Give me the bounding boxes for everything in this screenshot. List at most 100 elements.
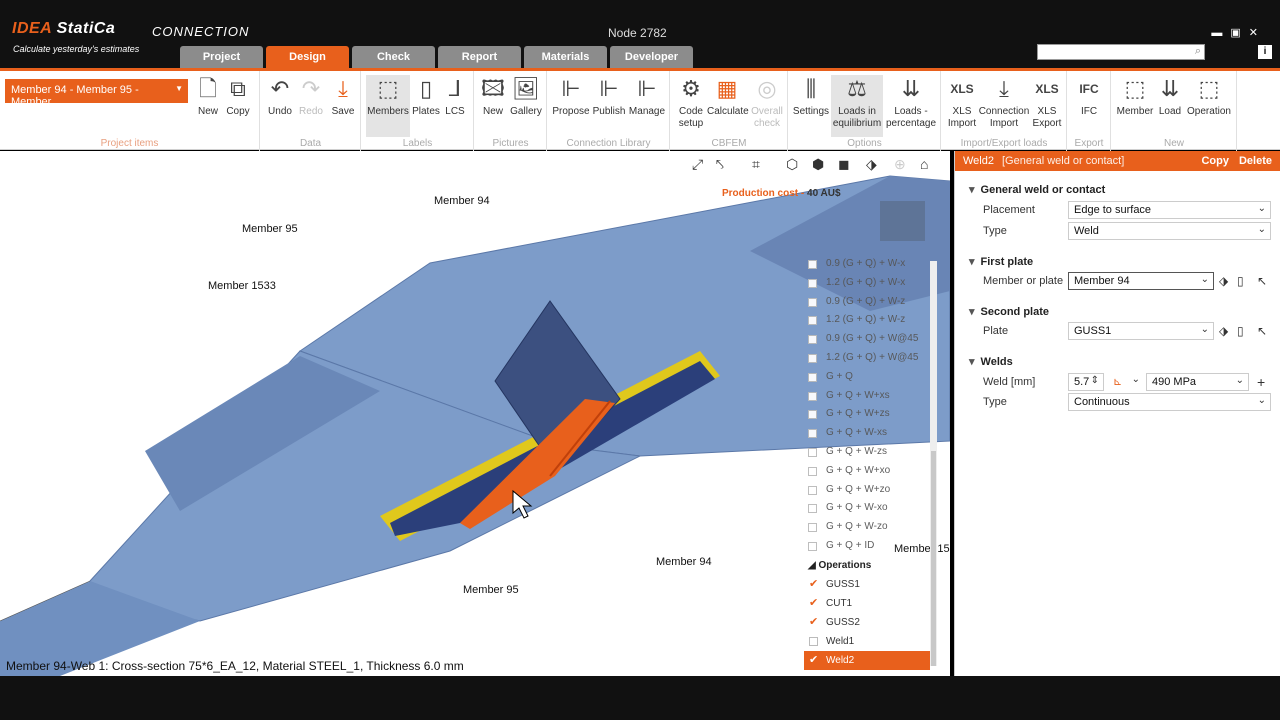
zoom-tool-icon[interactable]: ⤣ [716, 156, 724, 173]
section-first-plate[interactable]: First plate [969, 255, 1034, 268]
settings-button[interactable]: ⫼ Settings [792, 75, 830, 118]
load-case-item[interactable]: G + Q + W+xo [804, 462, 930, 481]
overall-check-button[interactable]: ◎ Overall check [748, 75, 786, 130]
checkbox[interactable] [808, 316, 817, 326]
checkbox[interactable] [808, 485, 817, 495]
load-case-item[interactable]: 1.2 (G + Q) + W-z [804, 311, 930, 330]
checkbox[interactable] [808, 372, 817, 382]
cursor-select-icon[interactable]: ↖ [1257, 324, 1267, 338]
new-picture-button[interactable]: 🖾 New [478, 75, 508, 118]
gallery-button[interactable]: 🖼 Gallery [509, 75, 543, 118]
cursor-select-icon[interactable]: ↖ [1257, 274, 1267, 288]
placement-select[interactable]: Edge to surface ⌄ [1068, 201, 1271, 219]
navigation-cube[interactable] [880, 201, 925, 241]
checkbox[interactable] [808, 391, 817, 401]
publish-button[interactable]: ⊩ Publish [591, 75, 627, 118]
calculate-button[interactable]: ▦ Calculate [707, 75, 749, 118]
load-case-item[interactable]: 1.2 (G + Q) + W@45 [804, 349, 930, 368]
3d-viewport[interactable]: ⤢ ⤣ ⌗ ⬡ ⬢ ◼ ⬗ ⊕ ⌂ Production cost - 40 A… [0, 151, 950, 676]
redo-button[interactable]: ↷ Redo [295, 75, 327, 118]
checkbox[interactable] [808, 466, 817, 476]
copy-button[interactable]: Copy [1201, 155, 1229, 167]
new-item-button[interactable]: 🗋 New [193, 75, 223, 118]
view-wire-icon[interactable]: ⬗ [866, 156, 877, 173]
save-button[interactable]: ⤓ Save [327, 75, 359, 118]
view-section-icon[interactable]: ⊕ [894, 156, 906, 173]
tab-materials[interactable]: Materials [524, 46, 607, 68]
load-case-item[interactable]: G + Q + W+xs [804, 387, 930, 406]
xls-import-button[interactable]: XLS XLS Import [944, 75, 980, 130]
undo-button[interactable]: ↶ Undo [264, 75, 296, 118]
lcs-button[interactable]: ⅃ LCS [442, 75, 468, 118]
load-case-item[interactable]: G + Q [804, 368, 930, 387]
tab-developer[interactable]: Developer [610, 46, 693, 68]
pick-3d-icon[interactable]: ⬗ [1219, 324, 1228, 338]
plates-button[interactable]: ▯ Plates [412, 75, 440, 118]
xls-export-button[interactable]: XLS XLS Export [1029, 75, 1065, 130]
load-case-item[interactable]: G + Q + W-xs [804, 424, 930, 443]
member-dropdown[interactable]: Member 94 - Member 95 - Member ▼ [5, 79, 188, 108]
stepper-icon[interactable]: ⇕ [1091, 375, 1099, 386]
weld-continuity-select[interactable]: Continuous ⌄ [1068, 393, 1271, 411]
checkbox[interactable] [808, 504, 817, 514]
pick-3d-icon[interactable]: ⬗ [1219, 274, 1228, 288]
section-general[interactable]: General weld or contact [969, 183, 1106, 196]
load-case-item[interactable]: G + Q + W-zo [804, 518, 930, 537]
checkbox[interactable] [808, 278, 817, 288]
window-controls[interactable]: ▬▣✕ [1211, 26, 1266, 39]
checkbox[interactable] [808, 541, 817, 551]
checkbox[interactable] [808, 429, 817, 439]
checkbox[interactable] [808, 523, 817, 533]
operation-item-guss2[interactable]: ✔ GUSS2 [804, 613, 930, 632]
close-icon[interactable]: ✕ [1249, 27, 1266, 39]
load-case-item[interactable]: 0.9 (G + Q) + W-z [804, 293, 930, 312]
loads-in-equilibrium-button[interactable]: ⚖ Loads in equilibrium [831, 75, 883, 137]
weld-size-input[interactable]: 5.7 ⇕ [1068, 373, 1104, 391]
checkmark-icon[interactable]: ✔ [809, 613, 818, 632]
propose-button[interactable]: ⊩ Propose [551, 75, 591, 118]
crop-icon[interactable]: ⌗ [752, 156, 760, 173]
new-load-button[interactable]: ⇊ Load [1156, 75, 1184, 118]
info-icon[interactable]: i [1258, 45, 1272, 59]
scrollbar-thumb[interactable] [931, 451, 936, 666]
operation-item-weld1[interactable]: Weld1 [804, 632, 930, 651]
second-plate-select[interactable]: GUSS1 ⌄ [1068, 322, 1214, 340]
load-case-item[interactable]: 1.2 (G + Q) + W-x [804, 274, 930, 293]
view-shaded-icon[interactable]: ◼ [838, 156, 850, 173]
tab-report[interactable]: Report [438, 46, 521, 68]
zoom-fit-icon[interactable]: ⤢ [692, 156, 703, 173]
type-select[interactable]: Weld ⌄ [1068, 222, 1271, 240]
scrollbar[interactable] [930, 261, 937, 666]
code-setup-button[interactable]: ⚙ Code setup [674, 75, 708, 130]
ifc-export-button[interactable]: IFC IFC [1072, 75, 1106, 118]
checkmark-icon[interactable]: ✔ [809, 594, 818, 613]
load-case-item[interactable]: 0.9 (G + Q) + W@45 [804, 330, 930, 349]
add-icon[interactable]: + [1257, 374, 1265, 390]
checkbox[interactable] [809, 636, 818, 646]
section-second-plate[interactable]: Second plate [969, 305, 1049, 318]
new-operation-button[interactable]: ⬚ Operation [1184, 75, 1234, 118]
checkbox[interactable] [808, 410, 817, 420]
load-case-item[interactable]: G + Q + ID [804, 537, 930, 556]
operation-item-guss1[interactable]: ✔ GUSS1 [804, 575, 930, 594]
load-case-item[interactable]: G + Q + W+zo [804, 481, 930, 500]
home-view-icon[interactable]: ⌂ [920, 156, 928, 172]
manage-button[interactable]: ⊩ Manage [627, 75, 667, 118]
tab-project[interactable]: Project [180, 46, 263, 68]
weld-type-symbol-select[interactable]: ⊾ ⌄ [1108, 373, 1144, 391]
checkbox[interactable] [808, 260, 817, 269]
plate-view-icon[interactable]: ▯ [1237, 324, 1244, 338]
section-welds[interactable]: Welds [969, 355, 1013, 368]
checkmark-icon[interactable]: ✔ [809, 651, 818, 670]
checkbox[interactable] [808, 297, 817, 307]
tab-check[interactable]: Check [352, 46, 435, 68]
operations-header[interactable]: ◢ Operations [804, 556, 930, 575]
weld-material-select[interactable]: 490 MPa ⌄ [1146, 373, 1249, 391]
view-solid-icon[interactable]: ⬢ [812, 156, 824, 173]
operation-item-weld2[interactable]: ✔ Weld2 [804, 650, 930, 670]
loads-percentage-button[interactable]: ⇊ Loads - percentage [884, 75, 938, 130]
checkbox[interactable] [808, 335, 817, 345]
checkbox[interactable] [808, 447, 817, 457]
load-case-item[interactable]: G + Q + W-xo [804, 499, 930, 518]
checkmark-icon[interactable]: ✔ [809, 575, 818, 594]
